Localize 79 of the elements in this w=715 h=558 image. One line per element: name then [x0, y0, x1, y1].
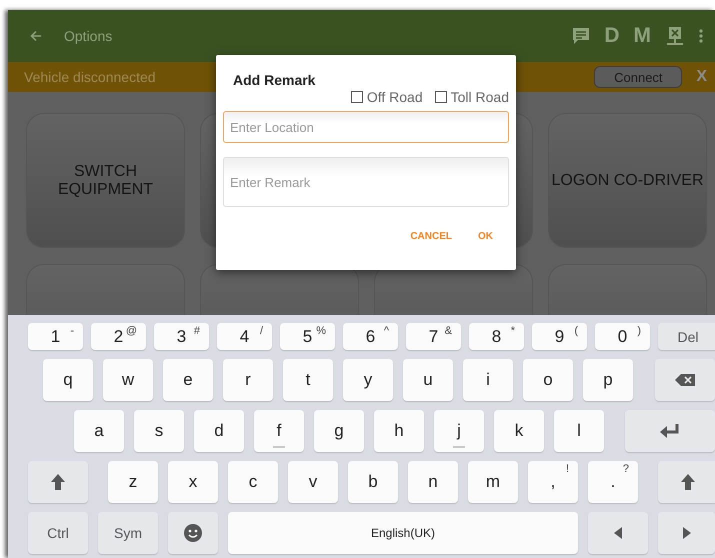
letter-key[interactable]: d	[194, 410, 244, 452]
alt-symbol: !	[566, 463, 569, 475]
smiley-icon	[184, 524, 202, 542]
disconnected-monitor-icon[interactable]	[665, 26, 685, 46]
alt-symbol: #	[194, 325, 200, 337]
dialog-title: Add Remark	[233, 72, 316, 88]
banner-text: Vehicle disconnected	[24, 69, 156, 85]
number-key[interactable]: 3 #	[154, 323, 209, 350]
letter-key[interactable]: p	[583, 359, 633, 401]
letter-key[interactable]: , !	[528, 461, 578, 503]
number-key[interactable]: 7 &	[406, 323, 461, 350]
letter-key[interactable]: q	[43, 359, 93, 401]
delete-key[interactable]: Del	[658, 323, 715, 350]
shift-key[interactable]	[28, 461, 88, 503]
number-key[interactable]: 9 (	[532, 323, 587, 350]
letter-key[interactable]: e	[163, 359, 213, 401]
letter-key[interactable]: z	[108, 461, 158, 503]
letter-key[interactable]: a	[74, 410, 124, 452]
letter-key[interactable]: l	[554, 410, 604, 452]
shift-arrow-icon	[51, 474, 65, 490]
alt-symbol: -	[70, 325, 74, 337]
number-key[interactable]: 8 *	[469, 323, 524, 350]
right-triangle-icon	[682, 527, 690, 539]
letter-key[interactable]: v	[288, 461, 338, 503]
letter-key[interactable]: r	[223, 359, 273, 401]
more-icon[interactable]	[699, 29, 703, 43]
backspace-key[interactable]	[655, 359, 715, 401]
left-triangle-icon	[614, 527, 622, 539]
number-key[interactable]: 6 ^	[343, 323, 398, 350]
number-key[interactable]: 1 -	[28, 323, 83, 350]
letter-key[interactable]: y	[343, 359, 393, 401]
alt-symbol: *	[510, 325, 515, 337]
location-field[interactable]: Enter Location	[223, 111, 509, 143]
letter-key[interactable]: m	[468, 461, 518, 503]
letter-key[interactable]: h	[374, 410, 424, 452]
enter-key[interactable]	[625, 410, 715, 452]
emoji-key[interactable]	[168, 512, 218, 554]
checkbox[interactable]	[434, 91, 447, 103]
letter-key[interactable]: i	[463, 359, 513, 401]
letter-key[interactable]: w	[103, 359, 153, 401]
letter-key[interactable]: u	[403, 359, 453, 401]
alt-symbol: )	[637, 325, 641, 337]
remark-field[interactable]: Enter Remark	[223, 157, 509, 207]
back-arrow-icon[interactable]	[30, 30, 42, 42]
letter-key[interactable]: g	[314, 410, 364, 452]
shift-key[interactable]	[658, 461, 715, 503]
modifier-key[interactable]: Ctrl	[28, 512, 88, 554]
number-key[interactable]: 2@	[91, 323, 146, 350]
shift-arrow-icon	[681, 474, 695, 490]
alt-symbol: &	[444, 325, 452, 337]
alt-symbol: /	[260, 325, 263, 337]
number-key[interactable]: 0 )	[595, 323, 650, 350]
space-bar[interactable]: English(UK)	[228, 512, 578, 554]
screen-title: Options	[64, 28, 114, 44]
message-icon[interactable]	[572, 27, 590, 45]
checkbox-option[interactable]: Off Road	[350, 89, 423, 105]
letter-key[interactable]: t	[283, 359, 333, 401]
letter-key[interactable]: o	[523, 359, 573, 401]
letter-key[interactable]: . ?	[588, 461, 638, 503]
letter-key[interactable]: n	[408, 461, 458, 503]
alt-symbol: @	[126, 325, 137, 337]
letter-key[interactable]: c	[228, 461, 278, 503]
enter-icon	[660, 423, 680, 439]
letter-key[interactable]: k	[494, 410, 544, 452]
number-key[interactable]: 5 %	[280, 323, 335, 350]
alt-symbol: %	[316, 325, 326, 337]
letter-key[interactable]: f	[254, 410, 304, 452]
alt-symbol: ?	[622, 463, 629, 475]
backspace-icon	[675, 374, 695, 386]
alt-symbol: (	[574, 325, 578, 337]
checkbox[interactable]	[350, 91, 363, 103]
number-key[interactable]: 4 /	[217, 323, 272, 350]
checkbox-option[interactable]: Toll Road	[434, 89, 509, 105]
alt-symbol: ^	[384, 325, 389, 337]
letter-key[interactable]: j	[434, 410, 484, 452]
modifier-key[interactable]: Sym	[98, 512, 158, 554]
letter-key[interactable]: s	[134, 410, 184, 452]
letter-key[interactable]: x	[168, 461, 218, 503]
letter-key[interactable]: b	[348, 461, 398, 503]
